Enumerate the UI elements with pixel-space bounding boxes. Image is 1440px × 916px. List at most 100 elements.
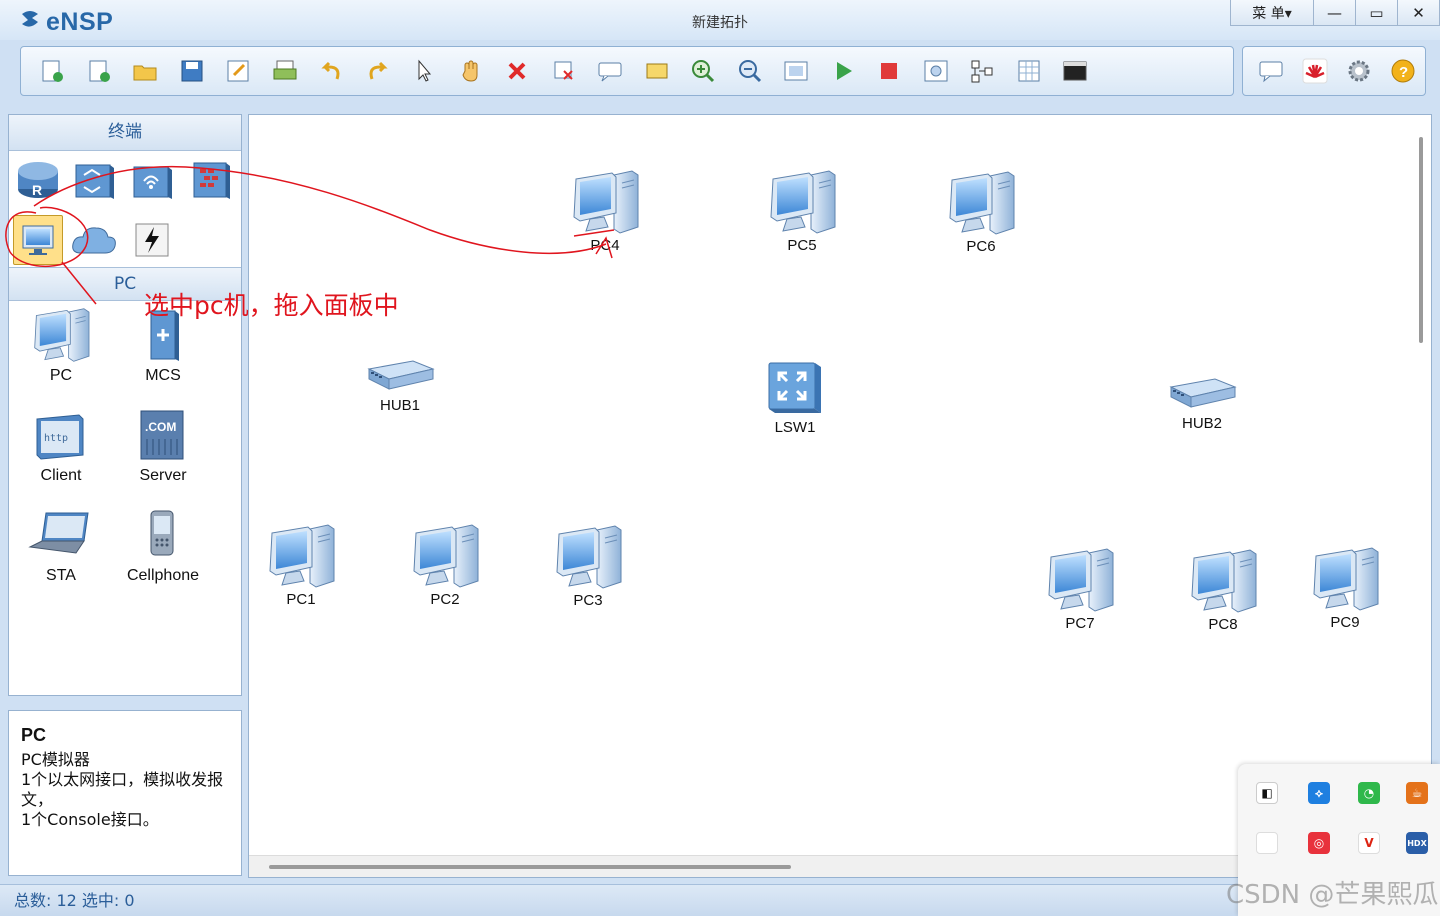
device-item-label: Server xyxy=(139,467,187,484)
topology-icon xyxy=(971,60,993,83)
stop-button[interactable] xyxy=(866,53,913,89)
node-pc7[interactable]: PC7 xyxy=(1032,547,1128,632)
stop-icon xyxy=(881,63,898,79)
watermark: CSDN @芒果熙瓜 xyxy=(1226,880,1439,910)
node-pc5[interactable]: PC5 xyxy=(754,169,850,254)
hdx-tray-icon[interactable]: HDX xyxy=(1406,832,1428,854)
select-button[interactable] xyxy=(401,53,448,89)
minimize-button[interactable]: — xyxy=(1313,0,1355,25)
wechat-tray-icon[interactable]: ◔ xyxy=(1358,782,1380,804)
settings-icon xyxy=(1348,60,1370,82)
main-toolbar xyxy=(20,46,1234,96)
device-item-label: Client xyxy=(40,467,82,484)
print-button[interactable] xyxy=(262,53,309,89)
connection-category-icon[interactable] xyxy=(127,215,177,265)
device-item-sta[interactable]: STA xyxy=(11,507,111,585)
node-label: PC7 xyxy=(1065,615,1095,632)
save-as-button[interactable] xyxy=(215,53,262,89)
clear-links-button[interactable] xyxy=(541,53,588,89)
node-hub2[interactable]: HUB2 xyxy=(1154,373,1250,432)
device-info-title: PC xyxy=(21,725,47,745)
pc-icon xyxy=(553,524,623,590)
device-item-pc[interactable]: PC xyxy=(11,307,111,385)
delete-icon xyxy=(508,62,526,80)
pc-icon xyxy=(410,523,480,589)
zoom-in-icon xyxy=(692,60,715,83)
switch-category-icon[interactable] xyxy=(69,155,119,205)
wireless-category-icon[interactable] xyxy=(127,155,177,205)
close-button[interactable]: ✕ xyxy=(1397,0,1439,25)
device-item-label: Cellphone xyxy=(126,567,200,584)
redo-icon xyxy=(369,61,388,80)
blank-tray-icon[interactable] xyxy=(1256,832,1278,854)
node-pc4[interactable]: PC4 xyxy=(557,169,653,254)
node-pc2[interactable]: PC2 xyxy=(397,523,493,608)
pc-icon xyxy=(266,523,336,589)
help-icon: ? xyxy=(1391,59,1415,83)
annotation-text: 选中pc机，拖入面板中 xyxy=(144,291,399,320)
save-button[interactable] xyxy=(169,53,216,89)
pc-icon xyxy=(31,307,91,363)
start-button[interactable] xyxy=(820,53,867,89)
topology-button[interactable] xyxy=(959,53,1006,89)
capture-button[interactable] xyxy=(913,53,960,89)
terminal-button[interactable] xyxy=(1052,53,1099,89)
device-item-cellphone[interactable]: Cellphone xyxy=(113,507,213,585)
pan-button[interactable] xyxy=(448,53,495,89)
horizontal-scrollbar[interactable] xyxy=(269,865,791,869)
zoom-out-button[interactable] xyxy=(727,53,774,89)
redo-button[interactable] xyxy=(355,53,402,89)
settings-button[interactable] xyxy=(1337,53,1381,89)
node-pc3[interactable]: PC3 xyxy=(540,524,636,609)
node-pc1[interactable]: PC1 xyxy=(253,523,349,608)
node-lsw1[interactable]: LSW1 xyxy=(747,357,843,436)
java-tray-icon[interactable]: ☕ xyxy=(1406,782,1428,804)
undo-icon xyxy=(321,61,340,80)
svg-text:?: ? xyxy=(1399,64,1408,81)
rectangle-button[interactable] xyxy=(634,53,681,89)
node-label: PC3 xyxy=(573,592,603,609)
delete-button[interactable] xyxy=(494,53,541,89)
fit-icon xyxy=(784,61,808,81)
maximize-button[interactable]: ▭ xyxy=(1355,0,1397,25)
pc-category-icon[interactable] xyxy=(13,215,63,265)
help-button[interactable]: ? xyxy=(1381,53,1425,89)
right-toolbar: ? xyxy=(1242,46,1426,96)
node-pc8[interactable]: PC8 xyxy=(1175,548,1271,633)
feishu-tray-icon[interactable]: ⟡ xyxy=(1308,782,1330,804)
grid-button[interactable] xyxy=(1006,53,1053,89)
vs-tray-icon[interactable]: V xyxy=(1358,832,1380,854)
device-item-client[interactable]: http Client xyxy=(11,407,111,485)
hub-icon xyxy=(1167,373,1237,413)
fit-button[interactable] xyxy=(773,53,820,89)
chat-button[interactable] xyxy=(1249,53,1293,89)
zoom-out-icon xyxy=(738,60,761,83)
node-hub1[interactable]: HUB1 xyxy=(352,355,448,414)
open-button[interactable] xyxy=(122,53,169,89)
huawei-button[interactable] xyxy=(1293,53,1337,89)
netease-music-tray-icon[interactable]: ◎ xyxy=(1308,832,1330,854)
text-note-button[interactable] xyxy=(587,53,634,89)
cloud-category-icon[interactable] xyxy=(69,215,119,265)
router-category-icon[interactable]: R xyxy=(13,155,63,205)
grid-icon xyxy=(1018,60,1040,82)
device-category-grid: R xyxy=(9,151,241,267)
new-blank-button[interactable] xyxy=(76,53,123,89)
node-pc9[interactable]: PC9 xyxy=(1297,546,1393,631)
device-item-server[interactable]: .COM Server xyxy=(113,407,213,485)
new-topology-button[interactable] xyxy=(29,53,76,89)
undo-button[interactable] xyxy=(308,53,355,89)
node-label: PC6 xyxy=(966,238,996,255)
menu-button[interactable]: 菜 单▾ xyxy=(1231,0,1313,25)
node-label: HUB2 xyxy=(1181,415,1222,432)
node-pc6[interactable]: PC6 xyxy=(933,170,1029,255)
node-label: PC9 xyxy=(1330,614,1360,631)
node-label: PC4 xyxy=(590,237,620,254)
zoom-in-button[interactable] xyxy=(680,53,727,89)
svg-text:R: R xyxy=(32,182,42,198)
firewall-category-icon[interactable] xyxy=(185,155,235,205)
chat-icon xyxy=(1259,61,1283,83)
svg-text:http: http xyxy=(44,433,68,444)
vertical-scrollbar[interactable] xyxy=(1419,137,1423,343)
app-tray-icon[interactable]: ◧ xyxy=(1256,782,1278,804)
